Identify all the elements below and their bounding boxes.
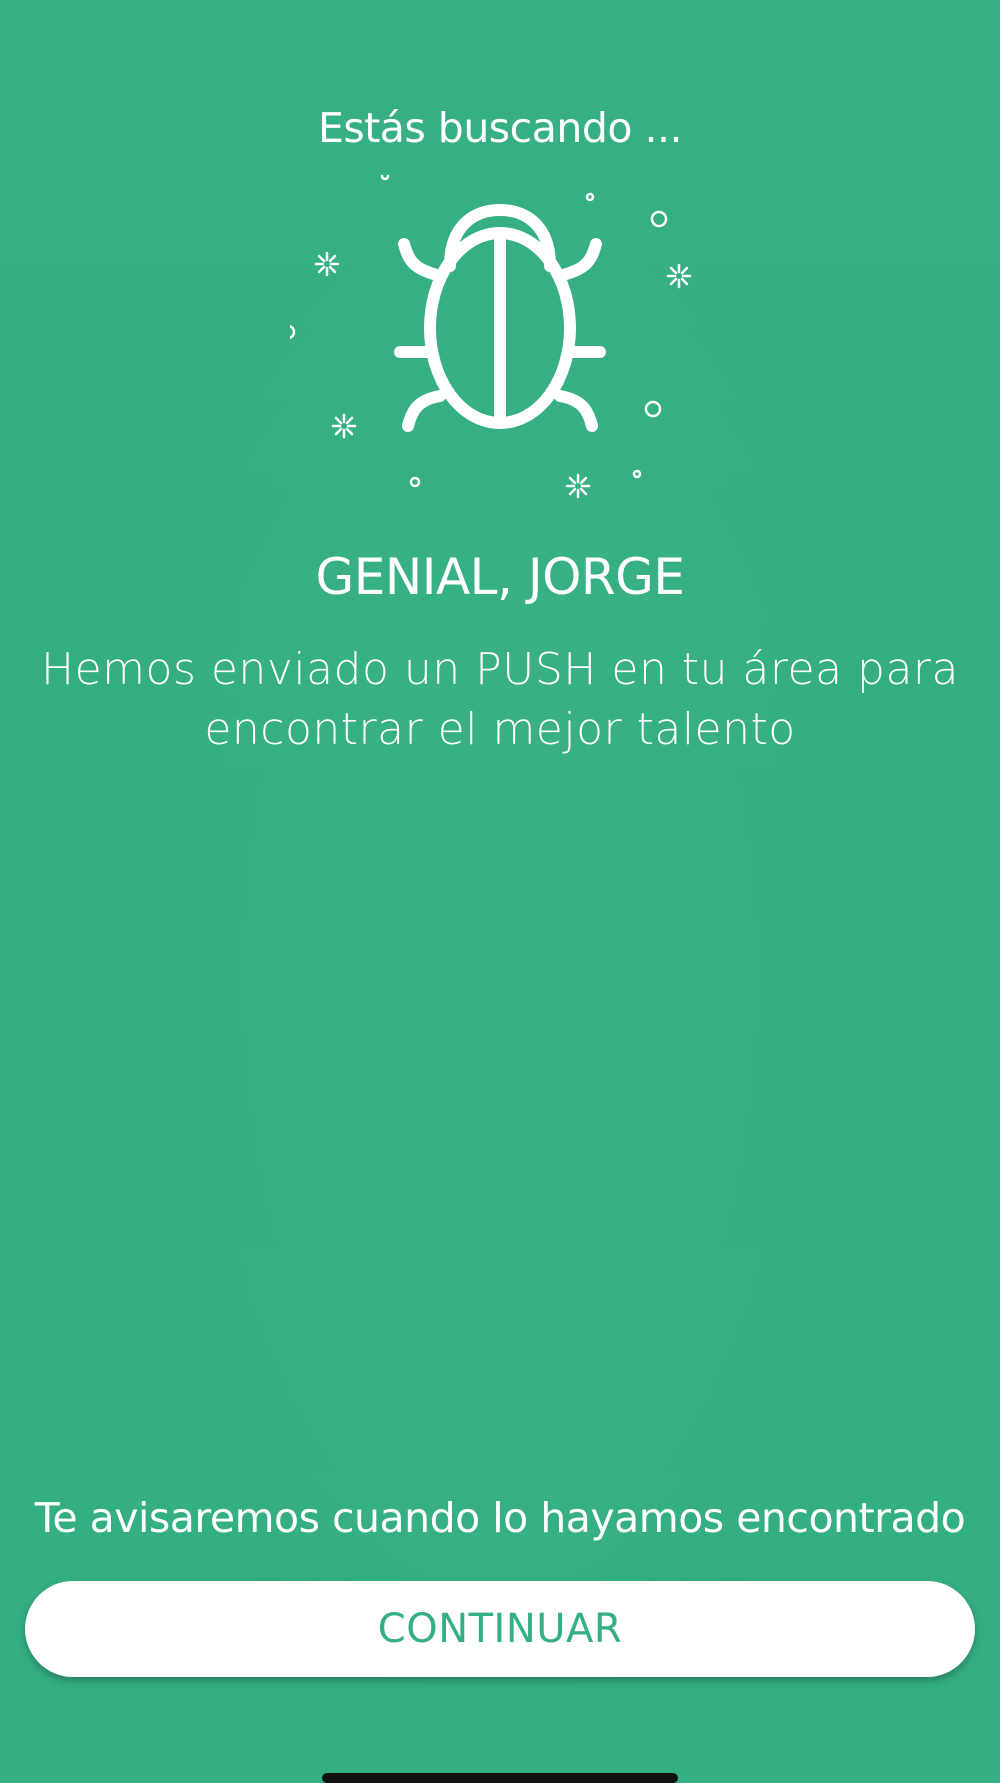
bubble-icon xyxy=(409,476,421,488)
bug-icon xyxy=(394,204,606,432)
bubble-icon xyxy=(632,469,642,479)
sparkle-icon xyxy=(331,413,357,439)
home-indicator[interactable] xyxy=(322,1773,678,1783)
sparkle-icon xyxy=(666,263,692,289)
bubble-icon xyxy=(585,192,595,202)
bubble-icon xyxy=(644,400,662,418)
bubble-icon xyxy=(380,174,390,181)
sparkle-icon xyxy=(565,473,591,499)
sparkle-icon xyxy=(314,251,340,277)
notification-notice: Te avisaremos cuando lo hayamos encontra… xyxy=(34,1494,966,1542)
page-title: Estás buscando ... xyxy=(317,104,683,152)
sparkle-decorations xyxy=(290,174,692,499)
search-confirmation-screen: Estás buscando ... GENIAL, JORGE Hemos e… xyxy=(0,0,1000,1783)
continue-button-label: CONTINUAR xyxy=(377,1606,623,1652)
continue-button[interactable]: CONTINUAR xyxy=(25,1581,975,1677)
bubble-icon xyxy=(650,210,668,228)
confirmation-message: Hemos enviado un PUSH en tu área para en… xyxy=(41,644,959,755)
bug-illustration xyxy=(290,174,692,499)
bubble-icon xyxy=(290,325,296,339)
greeting-heading: GENIAL, JORGE xyxy=(315,548,685,606)
